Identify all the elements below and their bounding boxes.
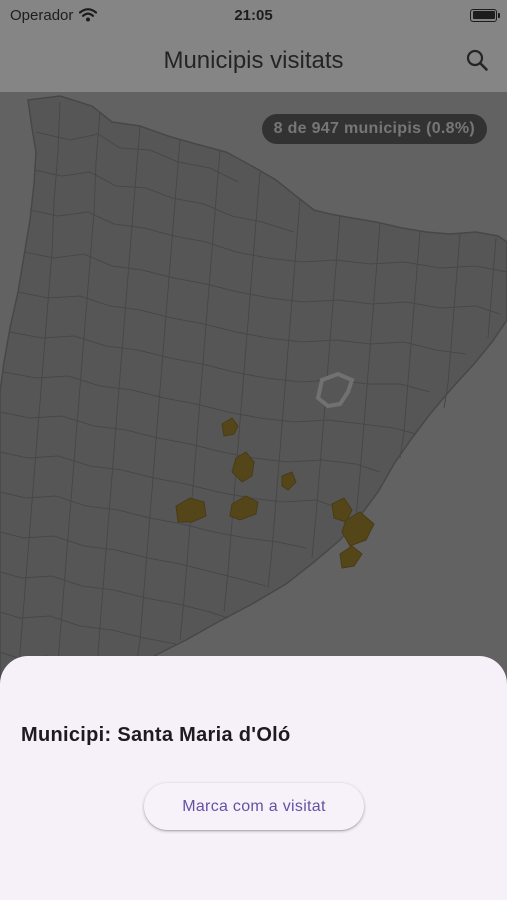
page-title: Municipis visitats <box>163 47 344 74</box>
battery-level <box>472 11 495 19</box>
visited-counter-badge: 8 de 947 municipis (0.8%) <box>261 114 487 144</box>
mark-visited-button[interactable]: Marca com a visitat <box>144 783 364 830</box>
municipality-bottom-sheet: Municipi: Santa Maria d'Oló Marca com a … <box>0 656 507 900</box>
municipality-name-label: Municipi: Santa Maria d'Oló <box>21 724 291 746</box>
search-icon <box>466 49 488 71</box>
app-bar: Municipis visitats <box>0 30 507 92</box>
status-bar: Operador 21:05 <box>0 0 507 30</box>
search-button[interactable] <box>463 46 491 74</box>
battery-icon <box>470 8 500 22</box>
carrier-label: Operador <box>10 6 74 24</box>
app-screen: 8 de 947 municipis (0.8%) Municipis visi… <box>0 0 507 900</box>
municipalities-map[interactable] <box>0 92 507 692</box>
wifi-icon <box>79 8 98 22</box>
